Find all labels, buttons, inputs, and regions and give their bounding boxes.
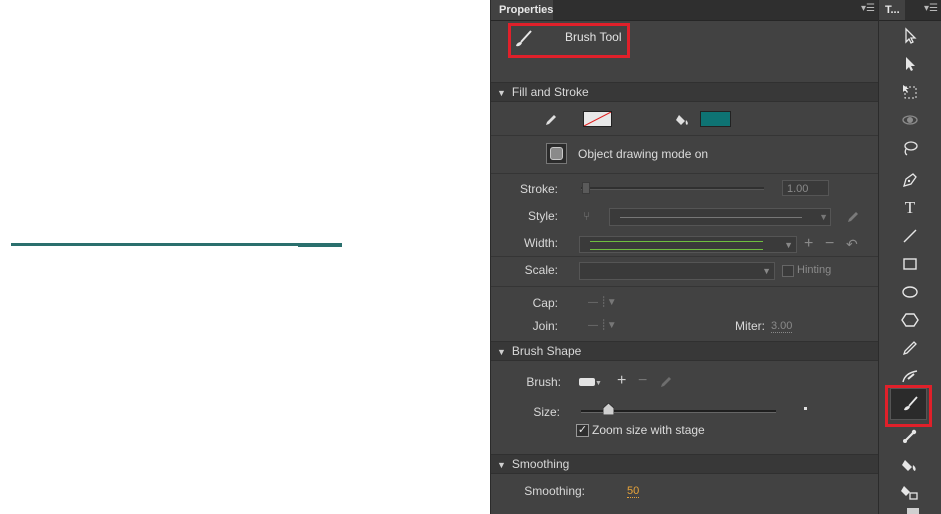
text-tool-icon[interactable]: T <box>897 196 923 220</box>
cap-label: Cap: <box>532 296 558 310</box>
object-drawing-toggle[interactable] <box>546 143 567 164</box>
paint-bucket-tool-icon[interactable] <box>897 452 923 476</box>
3d-rotation-tool-icon[interactable] <box>897 108 923 132</box>
remove-width-icon[interactable]: − <box>825 236 834 252</box>
hinting-label: Hinting <box>797 264 832 276</box>
add-brush-icon[interactable]: + <box>617 372 626 390</box>
chevron-down-icon: ▼ <box>762 266 771 276</box>
oval-tool-icon[interactable] <box>897 280 923 304</box>
more-tools-icon[interactable] <box>907 508 919 514</box>
edit-stroke-style-icon[interactable] <box>846 210 860 227</box>
join-label: Join: <box>532 319 558 333</box>
paint-bucket-icon <box>675 111 691 131</box>
panel-menu-icon[interactable]: ▾☰ <box>861 2 875 16</box>
bone-tool-icon[interactable] <box>897 424 923 448</box>
section-fill-and-stroke[interactable]: ▼ Fill and Stroke <box>491 82 879 102</box>
smoothing-label: Smoothing: <box>524 484 585 498</box>
hinting-checkbox[interactable] <box>782 265 794 277</box>
drawn-line-end <box>298 245 342 247</box>
pencil-icon <box>543 112 559 131</box>
rectangle-tool-icon[interactable] <box>897 252 923 276</box>
drawn-line[interactable] <box>11 243 342 246</box>
brush-tool-highlight <box>885 385 932 427</box>
stroke-slider-thumb[interactable] <box>582 182 590 194</box>
cap-dropdown[interactable]: — ┊▼ <box>588 297 617 308</box>
section-brush-shape[interactable]: ▼ Brush Shape <box>491 341 879 361</box>
panel-menu-icon[interactable]: ▾☰ <box>924 2 938 16</box>
scale-label: Scale: <box>524 263 558 277</box>
properties-tabbar: Properties ▾☰ <box>491 0 879 21</box>
section-label: Smoothing <box>511 457 570 471</box>
style-lock-icon[interactable]: ⑂ <box>583 209 590 223</box>
section-label: Fill and Stroke <box>511 85 589 99</box>
width-dropdown[interactable]: ▼ <box>579 236 797 253</box>
chevron-down-icon: ▼ <box>819 212 828 222</box>
object-drawing-label: Object drawing mode on <box>578 147 709 161</box>
smoothing-value[interactable]: 50 <box>627 485 640 498</box>
stroke-value-field[interactable]: 1.00 <box>782 180 829 196</box>
reset-width-icon[interactable]: ↶ <box>846 237 858 251</box>
style-label: Style: <box>527 209 558 223</box>
brush-label: Brush: <box>526 375 561 389</box>
tab-tools[interactable]: T... <box>879 0 905 20</box>
scale-dropdown[interactable]: ▼ <box>579 262 775 280</box>
width-profile-preview <box>590 241 763 250</box>
width-label: Width: <box>523 236 558 250</box>
properties-panel: Properties ▾☰ Brush Tool ▼ Fill and Strok… <box>490 0 879 514</box>
stroke-slider-track[interactable] <box>581 187 764 190</box>
miter-value[interactable]: 3.00 <box>771 320 793 333</box>
lasso-tool-icon[interactable] <box>897 136 923 160</box>
tab-properties[interactable]: Properties <box>491 0 553 20</box>
free-transform-tool-icon[interactable] <box>897 80 923 104</box>
join-dropdown[interactable]: — ┊▼ <box>588 320 617 331</box>
miter-label: Miter: <box>735 319 765 333</box>
divider <box>491 135 879 136</box>
size-preview-dot <box>804 407 807 410</box>
fill-color-swatch[interactable] <box>700 111 731 127</box>
edit-brush-icon[interactable] <box>659 375 673 392</box>
pen-tool-icon[interactable] <box>897 168 923 192</box>
stroke-label: Stroke: <box>519 182 558 196</box>
stage[interactable] <box>0 0 490 514</box>
size-slider-thumb[interactable] <box>602 402 615 416</box>
chevron-down-icon[interactable]: ▼ <box>595 380 602 387</box>
tool-name-highlight <box>508 23 630 58</box>
stroke-color-swatch[interactable] <box>583 111 612 127</box>
brush-shape-preview[interactable] <box>579 378 595 386</box>
stroke-value: 1.00 <box>787 183 809 195</box>
line-tool-icon[interactable] <box>897 224 923 248</box>
pencil-tool-icon[interactable] <box>897 336 923 360</box>
style-dropdown[interactable]: ▼ <box>609 208 831 226</box>
subselection-tool-icon[interactable] <box>897 52 923 76</box>
zoom-size-checkbox[interactable]: ✓ <box>576 424 589 437</box>
section-label: Brush Shape <box>511 344 582 358</box>
polystar-tool-icon[interactable] <box>897 308 923 332</box>
remove-brush-icon[interactable]: − <box>638 372 647 390</box>
add-width-icon[interactable]: + <box>804 236 813 252</box>
tools-tabbar: T... ▾☰ <box>879 0 941 21</box>
size-label: Size: <box>533 405 560 419</box>
tools-panel: T... ▾☰ T <box>878 0 941 514</box>
divider <box>491 256 879 257</box>
divider <box>491 286 879 287</box>
selection-tool-icon[interactable] <box>897 24 923 48</box>
section-smoothing[interactable]: ▼ Smoothing <box>491 454 879 474</box>
object-drawing-icon <box>550 147 563 160</box>
chevron-down-icon: ▼ <box>784 240 793 250</box>
ink-bottle-tool-icon[interactable] <box>897 480 923 504</box>
zoom-size-label: Zoom size with stage <box>592 423 705 437</box>
style-line-preview <box>620 217 802 218</box>
divider <box>491 173 879 174</box>
